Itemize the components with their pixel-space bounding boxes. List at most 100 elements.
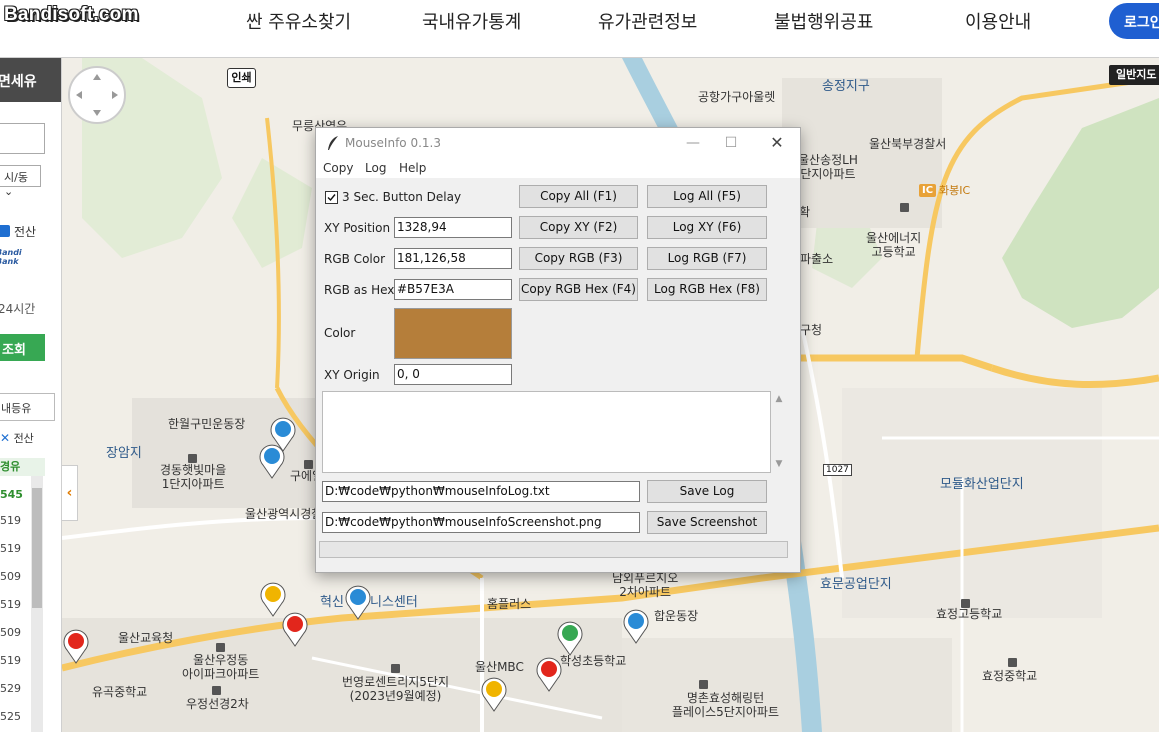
menu-copy[interactable]: Copy <box>323 161 353 175</box>
scroll-up-icon[interactable]: ▲ <box>774 394 784 404</box>
sidebar-header[interactable]: 면세유 <box>0 58 61 102</box>
map-label[interactable]: 모듈화산업단지 <box>940 477 1024 493</box>
bandisoft-logo[interactable]: Bandisoft.com <box>4 4 139 26</box>
map-label[interactable]: 울산우정동 아이파크아파트 <box>182 653 259 682</box>
map-mode-button[interactable]: 일반지도 <box>1109 65 1159 85</box>
chevron-left-icon: ‹ <box>66 485 73 501</box>
save-log-button[interactable]: Save Log <box>647 480 767 503</box>
log-all-button[interactable]: Log All (F5) <box>647 185 767 208</box>
gas-station-pin-icon[interactable] <box>258 443 286 479</box>
map-label[interactable]: 울산북부경찰서 <box>869 137 946 152</box>
menu-help[interactable]: Help <box>399 161 426 175</box>
log-path-field[interactable]: D:₩code₩python₩mouseInfoLog.txt <box>322 481 640 502</box>
sidebar-24h[interactable]: 24시간 <box>0 300 35 317</box>
map-label[interactable]: 화봉IC <box>939 184 970 198</box>
map-label[interactable]: 울산MBC <box>475 660 524 675</box>
save-screenshot-button[interactable]: Save Screenshot <box>647 511 767 534</box>
map-label[interactable]: 홈플러스 <box>487 597 531 612</box>
list-item[interactable]: 525 <box>0 710 30 723</box>
gas-station-pin-icon[interactable] <box>480 676 508 712</box>
map-label[interactable]: 효정중학교 <box>982 669 1037 684</box>
map-pan-control[interactable] <box>68 66 126 124</box>
map-label[interactable]: 혁신 <box>320 595 344 611</box>
delay-label[interactable]: 3 Sec. Button Delay <box>342 190 461 204</box>
nav-item-cheap-stations[interactable]: 싼 주유소찾기 <box>246 8 351 34</box>
map-label[interactable]: 남외푸르지오 2차아파트 <box>612 571 678 600</box>
map-label[interactable]: 번영로센트리지5단지 (2023년9월예정) <box>342 675 449 704</box>
list-item[interactable]: 519 <box>0 542 30 555</box>
list-item[interactable]: 545 <box>0 488 30 501</box>
gas-station-pin-icon[interactable] <box>556 620 584 656</box>
arrows-icon <box>76 74 118 116</box>
map-label[interactable]: 울산송정LH 단지아파트 <box>798 153 858 182</box>
copy-rgb-button[interactable]: Copy RGB (F3) <box>519 247 638 270</box>
gas-station-pin-icon[interactable] <box>62 628 90 664</box>
map-label[interactable]: 구청 <box>800 323 822 338</box>
minimize-icon[interactable]: — <box>683 133 703 153</box>
log-scrollbar[interactable]: ▲ ▼ <box>772 391 786 473</box>
gas-station-pin-icon[interactable] <box>622 608 650 644</box>
map-label[interactable]: 장암지 <box>106 446 142 462</box>
close-icon[interactable]: ✕ <box>767 133 787 153</box>
map-label[interactable]: 유곡중학교 <box>92 685 147 700</box>
map-label[interactable]: 송정지구 <box>822 79 870 95</box>
gas-station-pin-icon[interactable] <box>281 611 309 647</box>
gas-station-pin-icon[interactable] <box>535 656 563 692</box>
map-label[interactable]: 경동햇빛마을 1단지아파트 <box>160 463 226 492</box>
rgb-color-field[interactable]: 181,126,58 <box>394 248 512 269</box>
search-sidebar: 면세유 시/동 ⌄ 전산 BandiBank 24시간 조회 내등유 ✕ 전산 … <box>0 58 62 732</box>
map-label[interactable]: 학성초등학교 <box>560 654 626 669</box>
map-label[interactable]: 파출소 <box>800 252 833 267</box>
scroll-down-icon[interactable]: ▼ <box>774 459 784 469</box>
sidebar-region-select[interactable]: 시/동 ⌄ <box>0 165 41 198</box>
collapse-sidebar-button[interactable]: ‹ <box>62 465 78 521</box>
list-item[interactable]: 509 <box>0 570 30 583</box>
map-label[interactable]: 울산교육청 <box>118 631 173 646</box>
log-xy-button[interactable]: Log XY (F6) <box>647 216 767 239</box>
scroll-thumb[interactable] <box>32 488 42 608</box>
rgb-hex-field[interactable]: #B57E3A <box>394 279 512 300</box>
map-label[interactable]: 울산에너지 고등학교 <box>866 231 921 260</box>
nav-item-price-stats[interactable]: 국내유가통계 <box>422 8 521 34</box>
list-item[interactable]: 519 <box>0 598 30 611</box>
list-item[interactable]: 509 <box>0 626 30 639</box>
maximize-icon[interactable]: ☐ <box>721 133 741 153</box>
xy-origin-field[interactable]: 0, 0 <box>394 364 512 385</box>
nav-item-price-info[interactable]: 유가관련정보 <box>598 8 697 34</box>
list-item[interactable]: 519 <box>0 514 30 527</box>
log-textarea[interactable] <box>322 391 771 473</box>
list-item[interactable]: 529 <box>0 682 30 695</box>
sidebar-tab[interactable]: 내등유 <box>0 393 55 421</box>
sidebar-scrollbar[interactable] <box>31 476 43 732</box>
sidebar-search-button[interactable]: 조회 <box>0 334 45 361</box>
gas-station-pin-icon[interactable] <box>344 584 372 620</box>
list-item[interactable]: 519 <box>0 654 30 667</box>
menu-log[interactable]: Log <box>365 161 386 175</box>
delay-checkbox[interactable] <box>325 191 338 204</box>
xy-position-field[interactable]: 1328,94 <box>394 217 512 238</box>
nav-item-guide[interactable]: 이용안내 <box>965 8 1031 34</box>
copy-rgb-hex-button[interactable]: Copy RGB Hex (F4) <box>519 278 638 301</box>
copy-all-button[interactable]: Copy All (F1) <box>519 185 638 208</box>
copy-xy-button[interactable]: Copy XY (F2) <box>519 216 638 239</box>
log-rgb-button[interactable]: Log RGB (F7) <box>647 247 767 270</box>
print-button[interactable]: 인쇄 <box>227 68 256 88</box>
map-label[interactable]: 합운동장 <box>654 609 698 624</box>
map-label[interactable]: 울산광역시경찰 <box>245 507 322 522</box>
xy-origin-label: XY Origin <box>324 368 380 382</box>
login-button[interactable]: 로그인 <box>1109 3 1159 39</box>
map-label[interactable]: 우정선경2차 <box>186 697 249 712</box>
map-label[interactable]: 한월구민운동장 <box>168 417 245 432</box>
sidebar-address-input[interactable] <box>0 123 45 154</box>
nav-item-illegal[interactable]: 불법행위공표 <box>774 8 873 34</box>
screenshot-path-field[interactable]: D:₩code₩python₩mouseInfoScreenshot.png <box>322 512 640 533</box>
map-label[interactable]: 공항가구아울렛 <box>698 90 775 105</box>
map-label[interactable]: 명촌효성해링턴 플레이스5단지아파트 <box>672 691 779 720</box>
log-rgb-hex-button[interactable]: Log RGB Hex (F8) <box>647 278 767 301</box>
map-label[interactable]: 효문공업단지 <box>820 577 892 593</box>
map-label[interactable]: 효정고등학교 <box>936 607 1002 622</box>
sidebar-checkbox[interactable]: 전산 <box>0 223 36 240</box>
window-titlebar[interactable]: MouseInfo 0.1.3 — ☐ ✕ <box>316 128 800 158</box>
map-label[interactable]: 니스센터 <box>370 595 418 611</box>
sidebar-brand[interactable]: ✕ 전산 <box>0 430 34 446</box>
